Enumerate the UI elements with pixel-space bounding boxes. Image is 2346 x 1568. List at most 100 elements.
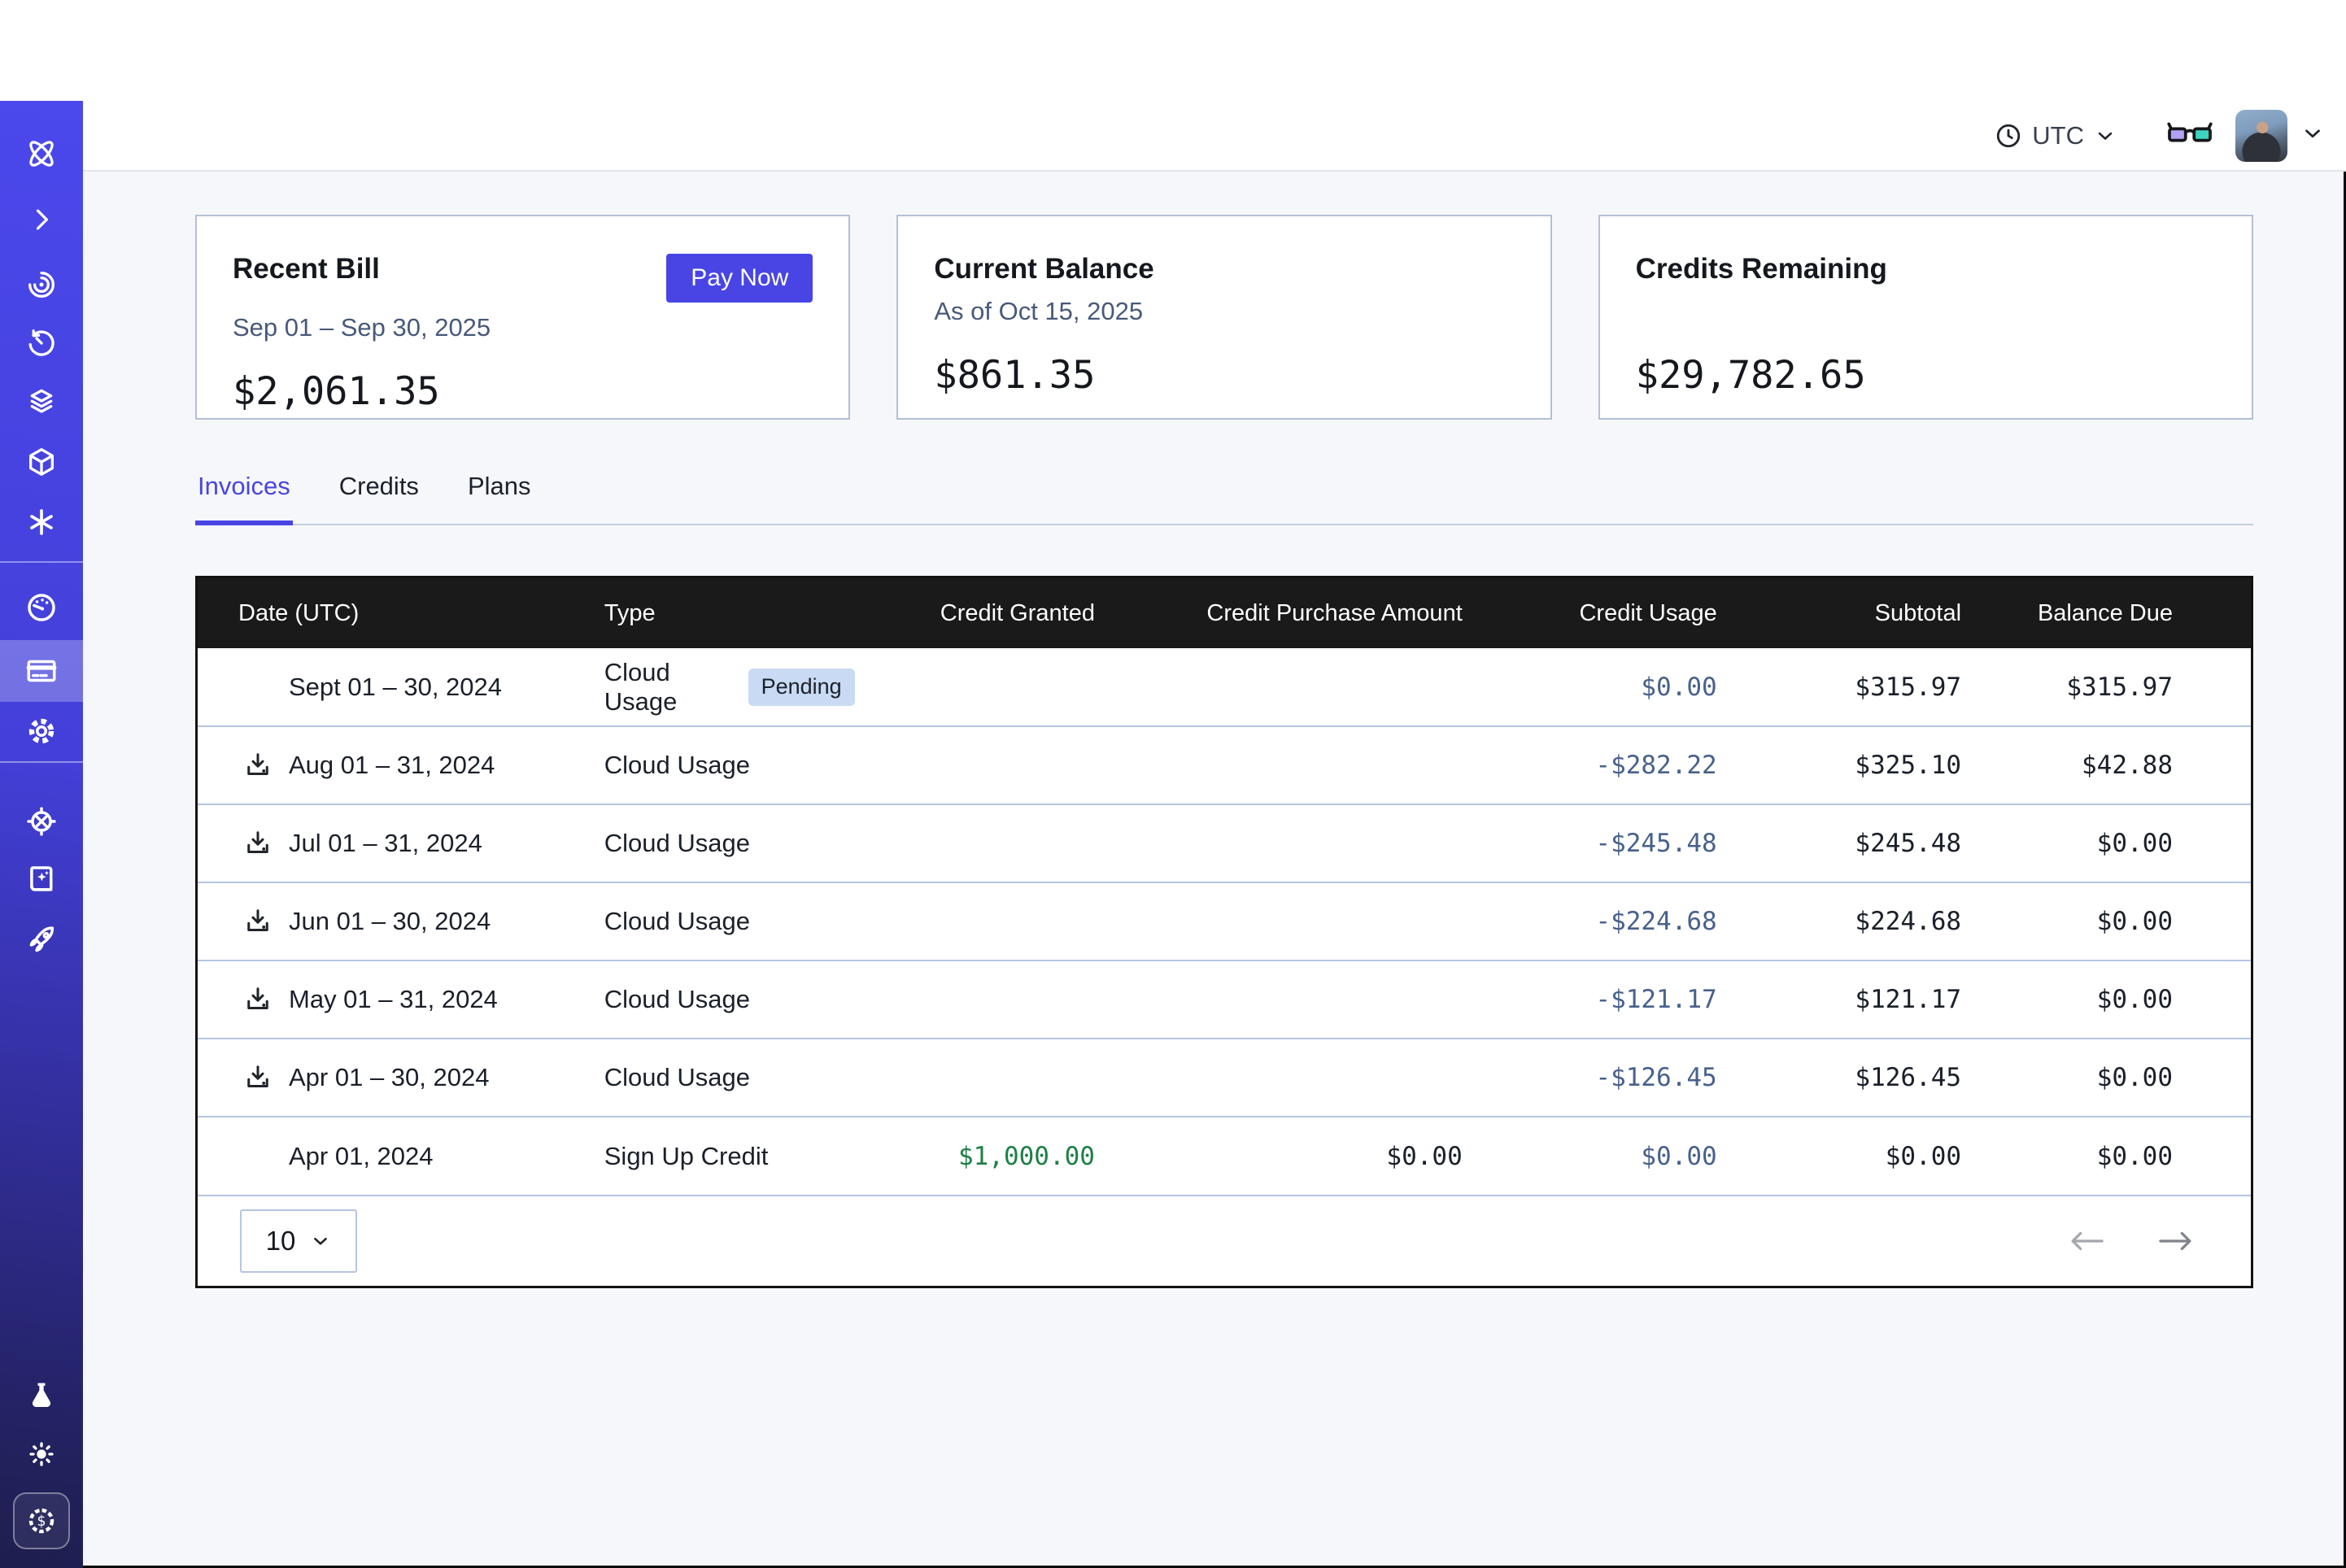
- sidebar-item-tracing[interactable]: [0, 254, 83, 316]
- table-row: Apr 01, 2024 Sign Up Credit $1,000.00 $0…: [198, 1117, 2251, 1195]
- sidebar-item-credits[interactable]: $: [0, 1488, 83, 1553]
- table-row: Apr 01 – 30, 2024 Cloud Usage -$126.45 $…: [198, 1039, 2251, 1117]
- topbar: UTC: [83, 101, 2346, 172]
- subtotal-value: $0.00: [1717, 1117, 1961, 1195]
- sidebar-item-launch[interactable]: [0, 909, 83, 971]
- invoice-type: Cloud Usage: [604, 1039, 855, 1117]
- credit-purchase-value: [1095, 1039, 1463, 1117]
- invoice-date: Aug 01 – 31, 2024: [289, 751, 495, 780]
- card-amount: $861.35: [934, 353, 1514, 398]
- sidebar-item-labs[interactable]: [0, 1365, 83, 1426]
- sidebar-item-layers[interactable]: [0, 371, 83, 433]
- chevron-right-icon: [26, 204, 57, 235]
- credit-purchase-value: [1095, 726, 1463, 804]
- download-invoice-icon[interactable]: [243, 829, 273, 858]
- main-content: Billing Recent Bill Pay Now Sep 01 – Sep…: [83, 101, 2346, 1288]
- sidebar-divider: [0, 561, 83, 563]
- sidebar: $: [0, 101, 83, 1568]
- invoice-type: Cloud Usage: [604, 726, 855, 804]
- user-avatar[interactable]: [2235, 110, 2287, 162]
- sidebar-item-support[interactable]: [0, 791, 83, 852]
- credit-granted-value: $1,000.00: [855, 1117, 1095, 1195]
- invoice-date: Apr 01, 2024: [289, 1142, 434, 1171]
- reader-mode-button[interactable]: [2167, 119, 2213, 152]
- credit-usage-value: -$282.22: [1463, 726, 1717, 804]
- column-header-balance-due: Balance Due: [1961, 578, 2251, 648]
- page-size-select[interactable]: 10: [240, 1209, 357, 1273]
- credits-remaining-card: Credits Remaining $29,782.65: [1598, 215, 2253, 420]
- tab-credits[interactable]: Credits: [337, 472, 421, 525]
- credit-purchase-value: [1095, 804, 1463, 882]
- balance-due-value: $315.97: [1961, 648, 2251, 726]
- tab-plans[interactable]: Plans: [465, 472, 534, 525]
- sidebar-item-history[interactable]: [0, 312, 83, 374]
- download-invoice-icon[interactable]: [243, 751, 273, 780]
- invoices-table: Date (UTC) Type Credit Granted Credit Pu…: [198, 578, 2251, 1195]
- sidebar-item-settings[interactable]: [0, 700, 83, 762]
- credit-usage-value: $0.00: [1463, 648, 1717, 726]
- credit-usage-value: -$126.45: [1463, 1039, 1717, 1117]
- pagination-controls: [2069, 1229, 2194, 1253]
- billing-tabs: Invoices Credits Plans: [195, 472, 2253, 525]
- balance-due-value: $0.00: [1961, 1117, 2251, 1195]
- dollar-badge-icon: $: [24, 1503, 59, 1539]
- sidebar-item-usage[interactable]: [0, 577, 83, 638]
- balance-due-value: $42.88: [1961, 726, 2251, 804]
- current-balance-card: Current Balance As of Oct 15, 2025 $861.…: [896, 215, 1551, 420]
- sidebar-item-functions[interactable]: [0, 491, 83, 553]
- spiral-icon: [25, 268, 58, 301]
- invoice-type: Sign Up Credit: [604, 1117, 855, 1195]
- table-footer: 10: [198, 1195, 2251, 1286]
- download-invoice-icon[interactable]: [243, 985, 273, 1014]
- gear-icon: [24, 714, 59, 748]
- timezone-label: UTC: [2032, 121, 2084, 150]
- summary-cards: Recent Bill Pay Now Sep 01 – Sep 30, 202…: [195, 215, 2253, 420]
- column-header-credit-granted: Credit Granted: [855, 578, 1095, 648]
- rocket-icon: [24, 923, 59, 957]
- invoice-type: Cloud Usage: [604, 960, 855, 1039]
- card-amount: $29,782.65: [1636, 353, 2216, 398]
- gauge-icon: [24, 590, 59, 625]
- credit-card-icon: [24, 654, 59, 688]
- card-title: Credits Remaining: [1636, 252, 1887, 286]
- download-invoice-icon[interactable]: [243, 1063, 273, 1092]
- balance-due-value: $0.00: [1961, 804, 2251, 882]
- credit-usage-value: -$224.68: [1463, 882, 1717, 960]
- invoice-type: Cloud Usage: [604, 882, 855, 960]
- invoice-date: Sept 01 – 30, 2024: [289, 673, 502, 702]
- invoice-date: Apr 01 – 30, 2024: [289, 1063, 489, 1092]
- previous-page-arrow-icon[interactable]: [2069, 1229, 2104, 1253]
- clock-icon: [1995, 122, 2022, 150]
- timezone-select[interactable]: UTC: [1995, 121, 2117, 150]
- chevron-down-icon: [2094, 124, 2117, 147]
- app-logo[interactable]: [0, 123, 83, 185]
- credit-granted-value: [855, 960, 1095, 1039]
- sidebar-item-packages[interactable]: [0, 431, 83, 493]
- theme-toggle[interactable]: [0, 1423, 83, 1485]
- sun-icon: [25, 1438, 58, 1470]
- download-invoice-icon[interactable]: [243, 907, 273, 936]
- invoices-table-container: Date (UTC) Type Credit Granted Credit Pu…: [195, 576, 2253, 1288]
- sidebar-collapse-toggle[interactable]: [0, 189, 83, 250]
- table-row: Jun 01 – 30, 2024 Cloud Usage -$224.68 $…: [198, 882, 2251, 960]
- subtotal-value: $121.17: [1717, 960, 1961, 1039]
- tab-invoices[interactable]: Invoices: [195, 472, 293, 525]
- credit-granted-value: [855, 1039, 1095, 1117]
- credit-granted-value: [855, 648, 1095, 726]
- flask-icon: [25, 1379, 58, 1412]
- column-header-type: Type: [604, 578, 855, 648]
- credit-usage-value: -$121.17: [1463, 960, 1717, 1039]
- next-page-arrow-icon[interactable]: [2158, 1229, 2194, 1253]
- download-placeholder: [243, 1142, 273, 1171]
- invoice-type: Cloud Usage: [604, 658, 734, 716]
- sidebar-item-billing[interactable]: [0, 640, 83, 702]
- account-menu-button[interactable]: [2300, 121, 2325, 150]
- credit-granted-value: [855, 882, 1095, 960]
- sidebar-item-docs[interactable]: [0, 849, 83, 911]
- credit-purchase-value: [1095, 882, 1463, 960]
- pay-now-button[interactable]: Pay Now: [666, 254, 813, 303]
- table-row: Jul 01 – 31, 2024 Cloud Usage -$245.48 $…: [198, 804, 2251, 882]
- credit-granted-value: [855, 804, 1095, 882]
- ship-wheel-icon: [24, 804, 59, 838]
- subtotal-value: $315.97: [1717, 648, 1961, 726]
